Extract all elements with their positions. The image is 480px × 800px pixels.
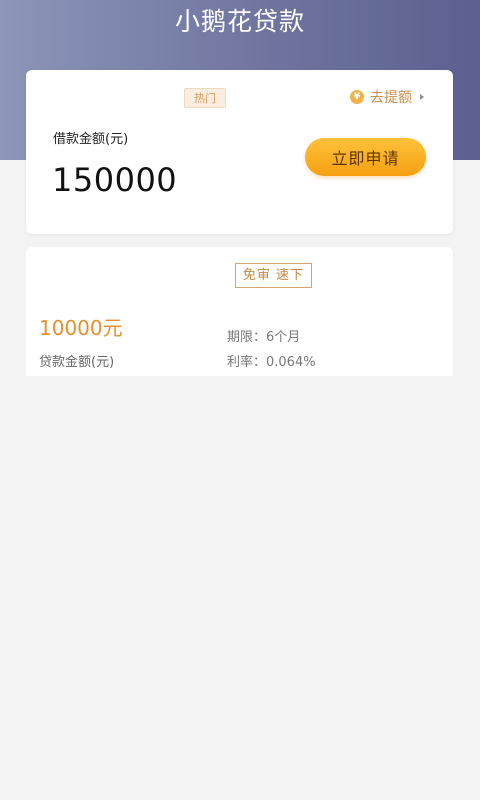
coin-icon: ¥: [350, 90, 364, 104]
raise-quota-label: 去提额: [370, 90, 412, 106]
product-rate: 利率：0.064%: [227, 355, 316, 370]
loan-amount-value: 150000: [52, 161, 178, 199]
caret-right-icon: [420, 94, 424, 100]
loan-amount-label: 借款金额(元): [53, 132, 129, 147]
app-screen: 小鹅花贷款 热门 ¥ 去提额 借款金额(元) 150000 立即申请 免审 速下…: [0, 0, 480, 800]
product-card[interactable]: 免审 速下 10000元 贷款金额(元) 期限：6个月 利率：0.064%: [26, 247, 453, 376]
product-term: 期限：6个月: [227, 330, 301, 345]
hot-badge: 热门: [184, 88, 226, 108]
product-amount-label: 贷款金额(元): [39, 355, 115, 370]
feature-badge: 免审 速下: [235, 263, 312, 288]
raise-quota-link[interactable]: ¥ 去提额: [350, 86, 424, 108]
main-loan-card[interactable]: 热门 ¥ 去提额 借款金额(元) 150000 立即申请: [26, 70, 453, 234]
apply-now-button[interactable]: 立即申请: [305, 138, 426, 176]
product-amount: 10000元: [39, 316, 123, 340]
page-title: 小鹅花贷款: [174, 7, 305, 36]
